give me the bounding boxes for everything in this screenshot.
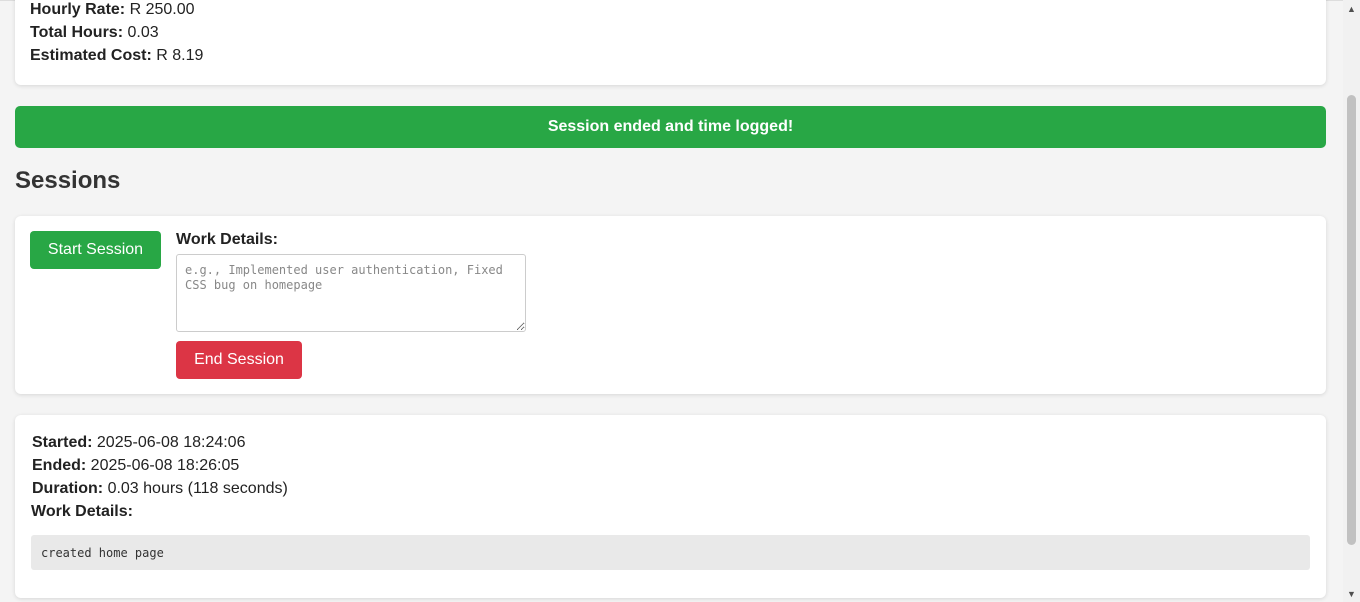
log-work-details-row: Work Details:	[31, 502, 133, 522]
duration-value: 0.03 hours (118 seconds)	[107, 480, 288, 497]
ended-value: 2025-06-08 18:26:05	[90, 457, 240, 474]
sessions-heading: Sessions	[15, 167, 121, 194]
started-label: Started:	[32, 434, 93, 451]
estimated-cost-value: R 8.19	[156, 47, 204, 64]
scroll-thumb[interactable]	[1347, 95, 1356, 545]
duration-row: Duration: 0.03 hours (118 seconds)	[32, 479, 288, 499]
estimated-cost-label: Estimated Cost:	[30, 47, 152, 64]
work-details-value: created home page	[31, 535, 1310, 570]
end-session-button[interactable]: End Session	[176, 341, 302, 379]
vertical-scrollbar[interactable]: ▲ ▼	[1343, 0, 1360, 602]
hourly-rate-value: R 250.00	[129, 1, 195, 18]
start-session-button[interactable]: Start Session	[30, 231, 161, 269]
page-viewport: Hourly Rate: R 250.00 Total Hours: 0.03 …	[0, 0, 1343, 602]
summary-card: Hourly Rate: R 250.00 Total Hours: 0.03 …	[15, 0, 1326, 85]
triangle-up-icon[interactable]: ▲	[1343, 0, 1360, 17]
log-work-details-label: Work Details:	[31, 503, 133, 520]
started-value: 2025-06-08 18:24:06	[96, 434, 246, 451]
session-log-card: Started: 2025-06-08 18:24:06 Ended: 2025…	[15, 415, 1326, 598]
work-details-label: Work Details:	[176, 231, 278, 248]
duration-label: Duration:	[32, 480, 104, 497]
hourly-rate-label: Hourly Rate:	[30, 1, 126, 18]
started-row: Started: 2025-06-08 18:24:06	[32, 433, 245, 453]
ended-row: Ended: 2025-06-08 18:26:05	[32, 456, 239, 476]
success-alert: Session ended and time logged!	[15, 106, 1326, 148]
estimated-cost-row: Estimated Cost: R 8.19	[30, 46, 203, 66]
ended-label: Ended:	[32, 457, 87, 474]
session-controls-card: Start Session Work Details: End Session	[15, 216, 1326, 394]
hourly-rate-row: Hourly Rate: R 250.00	[30, 0, 195, 20]
work-details-input[interactable]	[176, 254, 526, 332]
total-hours-label: Total Hours:	[30, 24, 124, 41]
total-hours-row: Total Hours: 0.03	[30, 23, 159, 43]
triangle-down-icon[interactable]: ▼	[1343, 585, 1360, 602]
total-hours-value: 0.03	[127, 24, 159, 41]
